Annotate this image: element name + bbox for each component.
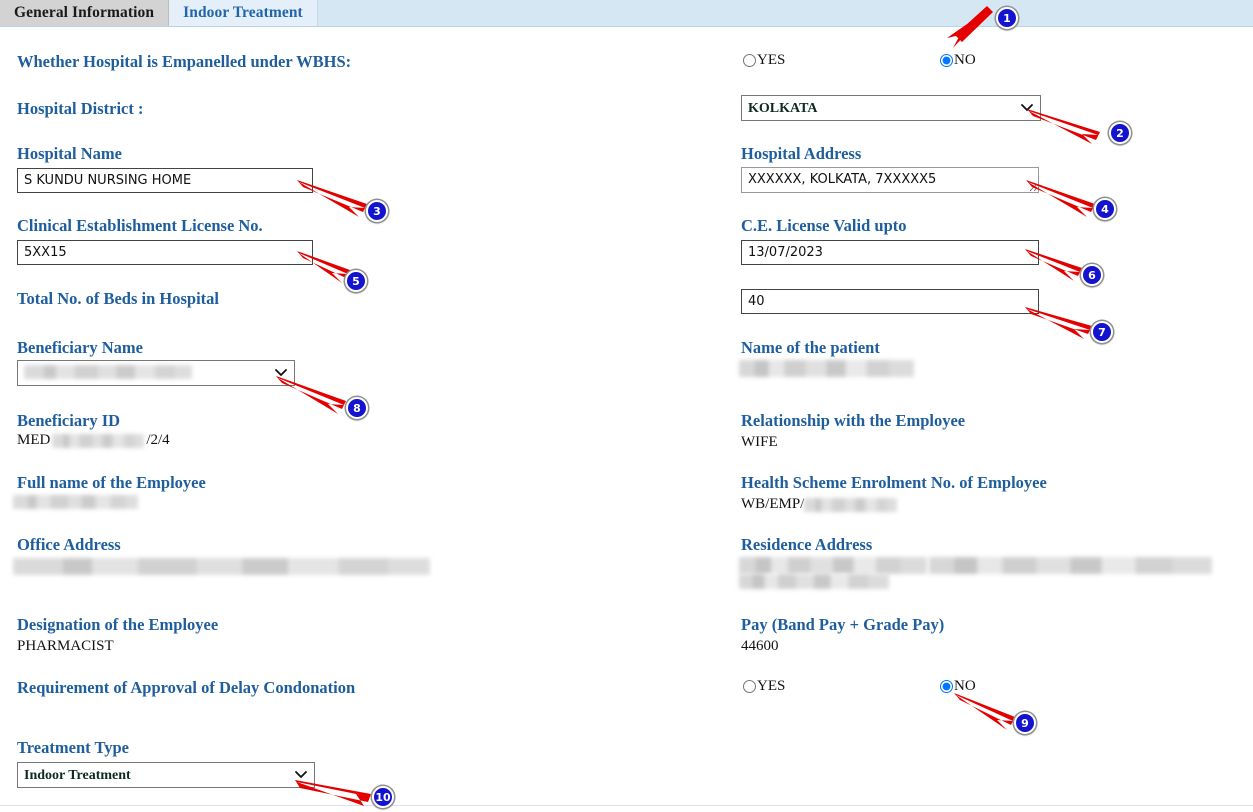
bottom-divider: [0, 805, 1253, 812]
label-total-beds: Total No. of Beds in Hospital: [17, 289, 220, 308]
enrolment-no-value: WB/EMP/: [741, 495, 898, 514]
patient-name-redacted: [739, 360, 914, 377]
treatment-type-select-wrap: Indoor Treatment: [17, 762, 315, 788]
tab-indoor-treatment-label: Indoor Treatment: [183, 4, 303, 21]
residence-address-redacted-line1b: [929, 557, 1212, 574]
label-license-no: Clinical Establishment License No.: [17, 216, 263, 235]
beneficiary-name-select-wrap: [17, 360, 295, 386]
tab-general-information-label: General Information: [14, 4, 155, 21]
tab-strip: General Information Indoor Treatment: [0, 0, 1253, 27]
tab-indoor-treatment[interactable]: Indoor Treatment: [169, 0, 318, 26]
label-license-valid-upto: C.E. License Valid upto: [741, 216, 907, 235]
label-office-address: Office Address: [17, 535, 121, 554]
delay-condonation-radio-yes[interactable]: [743, 680, 756, 693]
delay-condonation-radio-group: YES NO: [743, 678, 976, 695]
designation-value: PHARMACIST: [17, 638, 114, 654]
hospital-address-textarea[interactable]: XXXXXX, KOLKATA, 7XXXXX5: [741, 167, 1039, 193]
hospital-district-select-wrap: KOLKATA: [741, 95, 1041, 121]
delay-condonation-option-no[interactable]: NO: [940, 678, 976, 695]
label-enrolment-no: Health Scheme Enrolment No. of Employee: [741, 473, 1047, 492]
empanelled-radio-yes[interactable]: [743, 54, 756, 67]
enrolment-no-redacted: [804, 497, 898, 512]
delay-condonation-radio-no[interactable]: [940, 680, 953, 693]
relationship-value: WIFE: [741, 434, 778, 450]
label-residence-address: Residence Address: [741, 535, 873, 554]
empanelled-option-no[interactable]: NO: [940, 52, 976, 69]
beneficiary-name-redacted-value: [24, 365, 192, 379]
beneficiary-id-value: MED /2/4: [17, 431, 170, 450]
tab-general-information[interactable]: General Information: [0, 0, 170, 26]
label-beneficiary-id: Beneficiary ID: [17, 411, 121, 430]
empanelled-label-yes: YES: [757, 52, 786, 68]
residence-address-redacted-line1a: [739, 557, 927, 574]
label-relationship: Relationship with the Employee: [741, 411, 966, 430]
label-hospital-address: Hospital Address: [741, 144, 862, 163]
label-beneficiary-name: Beneficiary Name: [17, 338, 143, 357]
beneficiary-id-suffix: /2/4: [146, 432, 170, 448]
general-information-form: Whether Hospital is Empanelled under WBH…: [0, 27, 1253, 805]
office-address-redacted: [13, 558, 430, 575]
beneficiary-id-redacted: [52, 433, 145, 448]
label-patient-name: Name of the patient: [741, 338, 880, 357]
label-employee-full-name: Full name of the Employee: [17, 473, 206, 492]
beneficiary-id-prefix: MED: [17, 432, 51, 448]
label-treatment-type: Treatment Type: [17, 738, 129, 757]
delay-condonation-label-yes: YES: [757, 678, 786, 694]
label-delay-condonation: Requirement of Approval of Delay Condona…: [17, 678, 356, 697]
label-designation: Designation of the Employee: [17, 615, 219, 634]
delay-condonation-option-yes[interactable]: YES: [743, 678, 940, 695]
label-hospital-district: Hospital District :: [17, 99, 144, 118]
hospital-district-select[interactable]: KOLKATA: [741, 95, 1041, 121]
empanelled-radio-no[interactable]: [940, 54, 953, 67]
treatment-type-select[interactable]: Indoor Treatment: [17, 762, 315, 788]
license-valid-upto-input[interactable]: [741, 240, 1039, 265]
empanelled-option-yes[interactable]: YES: [743, 52, 940, 69]
delay-condonation-label-no: NO: [954, 678, 976, 694]
label-pay: Pay (Band Pay + Grade Pay): [741, 615, 945, 634]
hospital-name-input[interactable]: [17, 168, 313, 193]
license-no-input[interactable]: [17, 240, 313, 265]
label-hospital-name: Hospital Name: [17, 144, 122, 163]
residence-address-redacted-line2: [739, 574, 889, 589]
pay-value: 44600: [741, 638, 779, 654]
enrolment-no-prefix: WB/EMP/: [741, 496, 805, 512]
empanelled-label-no: NO: [954, 52, 976, 68]
total-beds-input[interactable]: [741, 289, 1039, 314]
label-empanelled: Whether Hospital is Empanelled under WBH…: [17, 52, 352, 71]
employee-full-name-redacted: [13, 495, 138, 509]
empanelled-radio-group: YES NO: [743, 52, 976, 69]
